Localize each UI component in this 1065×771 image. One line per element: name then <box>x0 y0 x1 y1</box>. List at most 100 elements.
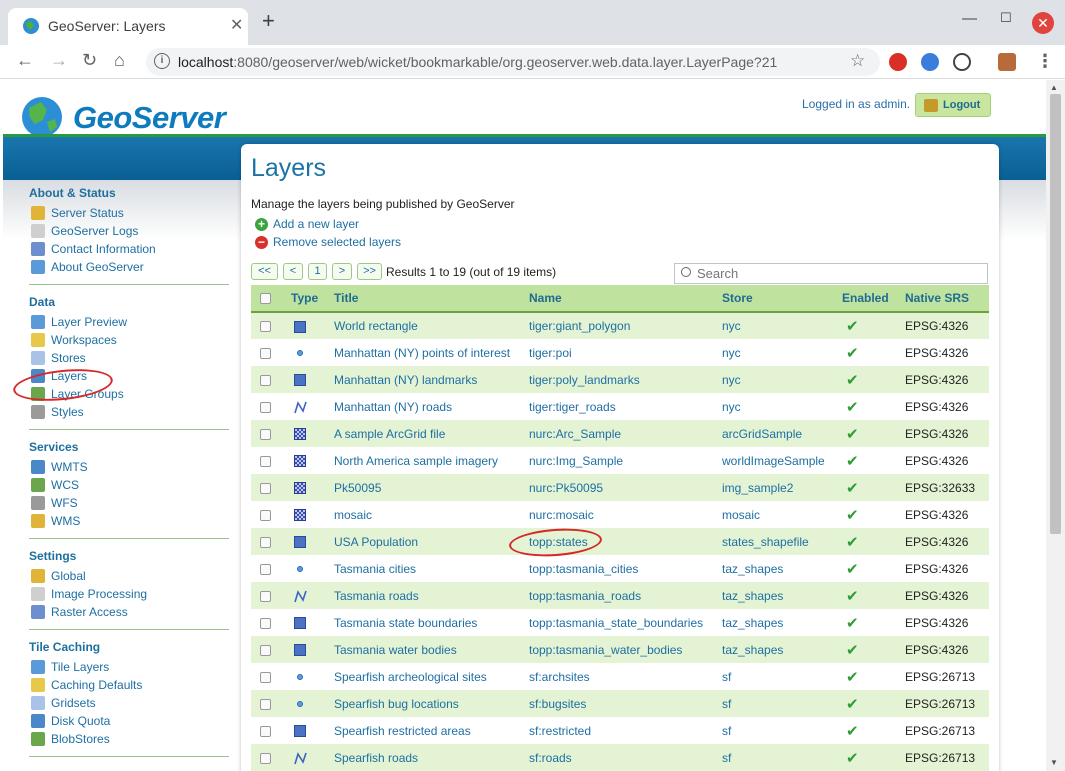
layer-store-link[interactable]: taz_shapes <box>716 609 836 636</box>
sidebar-item[interactable]: Server Status <box>29 204 229 222</box>
new-tab-icon[interactable]: + <box>262 10 275 32</box>
row-checkbox[interactable] <box>260 725 271 737</box>
sidebar-item[interactable]: Workspaces <box>29 331 229 349</box>
layer-name-link[interactable]: sf:roads <box>523 744 716 771</box>
layer-store-link[interactable]: sf <box>716 717 836 744</box>
extension-adblock-icon[interactable] <box>889 53 907 71</box>
table-row[interactable]: North America sample imagery nurc:Img_Sam… <box>251 447 989 474</box>
search-box[interactable] <box>674 263 988 284</box>
sidebar-item[interactable]: Caching Defaults <box>29 676 229 694</box>
site-info-icon[interactable]: i <box>154 53 170 69</box>
browser-tab[interactable]: GeoServer: Layers ✕ <box>8 8 248 45</box>
layer-store-link[interactable]: taz_shapes <box>716 555 836 582</box>
extension-globe-icon[interactable] <box>921 53 939 71</box>
layer-title-link[interactable]: Tasmania water bodies <box>328 636 523 663</box>
layer-store-link[interactable]: sf <box>716 663 836 690</box>
column-header-name[interactable]: Name <box>523 285 716 313</box>
sidebar-item[interactable]: Image Processing <box>29 585 229 603</box>
row-checkbox[interactable] <box>260 536 271 548</box>
layer-name-link[interactable]: nurc:mosaic <box>523 501 716 528</box>
row-checkbox[interactable] <box>260 321 271 333</box>
sidebar-item[interactable]: Disk Quota <box>29 712 229 730</box>
table-row[interactable]: USA Population topp:states states_shapefil… <box>251 528 989 555</box>
pager-first-button[interactable]: << <box>251 263 278 280</box>
sidebar-item[interactable]: Global <box>29 567 229 585</box>
layer-title-link[interactable]: Tasmania cities <box>328 555 523 582</box>
sidebar-item[interactable]: Layer Preview <box>29 313 229 331</box>
layer-store-link[interactable]: arcGridSample <box>716 420 836 447</box>
layer-title-link[interactable]: Manhattan (NY) points of interest <box>328 339 523 366</box>
layer-store-link[interactable]: mosaic <box>716 501 836 528</box>
sidebar-item[interactable]: WFS <box>29 494 229 512</box>
row-checkbox[interactable] <box>260 590 271 602</box>
row-checkbox[interactable] <box>260 671 271 683</box>
layer-name-link[interactable]: sf:archsites <box>523 663 716 690</box>
layer-store-link[interactable]: nyc <box>716 339 836 366</box>
profile-avatar[interactable] <box>998 53 1016 71</box>
layer-name-link[interactable]: topp:tasmania_state_boundaries <box>523 609 716 636</box>
layer-title-link[interactable]: Spearfish bug locations <box>328 690 523 717</box>
row-checkbox[interactable] <box>260 563 271 575</box>
row-checkbox[interactable] <box>260 509 271 521</box>
layer-name-link[interactable]: topp:tasmania_cities <box>523 555 716 582</box>
layer-name-link[interactable]: tiger:giant_polygon <box>523 312 716 339</box>
layer-name-link[interactable]: tiger:poly_landmarks <box>523 366 716 393</box>
row-checkbox[interactable] <box>260 455 271 467</box>
logout-button[interactable]: Logout <box>915 93 991 117</box>
column-header-title[interactable]: Title <box>328 285 523 313</box>
table-row[interactable]: Spearfish restricted areas sf:restricted s… <box>251 717 989 744</box>
table-row[interactable]: Spearfish bug locations sf:bugsites sf ✔ EPS… <box>251 690 989 717</box>
layer-name-link[interactable]: topp:tasmania_roads <box>523 582 716 609</box>
layer-name-link[interactable]: nurc:Pk50095 <box>523 474 716 501</box>
maximize-icon[interactable]: ☐ <box>1000 10 1012 26</box>
layer-title-link[interactable]: Manhattan (NY) landmarks <box>328 366 523 393</box>
row-checkbox[interactable] <box>260 374 271 386</box>
browser-menu-icon[interactable]: ⋮ <box>1036 51 1054 72</box>
table-row[interactable]: A sample ArcGrid file nurc:Arc_Sample arcG… <box>251 420 989 447</box>
layer-name-link[interactable]: nurc:Arc_Sample <box>523 420 716 447</box>
table-row[interactable]: Tasmania cities topp:tasmania_cities taz_s… <box>251 555 989 582</box>
layer-title-link[interactable]: USA Population <box>328 528 523 555</box>
sidebar-item[interactable]: WMTS <box>29 458 229 476</box>
home-icon[interactable]: ⌂ <box>114 50 125 71</box>
table-row[interactable]: Spearfish archeological sites sf:archsite… <box>251 663 989 690</box>
back-icon[interactable]: ← <box>16 50 34 71</box>
sidebar-item[interactable]: GeoServer Logs <box>29 222 229 240</box>
layer-store-link[interactable]: taz_shapes <box>716 582 836 609</box>
layer-title-link[interactable]: North America sample imagery <box>328 447 523 474</box>
layer-store-link[interactable]: nyc <box>716 393 836 420</box>
pager-page-button[interactable]: 1 <box>308 263 327 280</box>
layer-name-link[interactable]: topp:tasmania_water_bodies <box>523 636 716 663</box>
pager-next-button[interactable]: > <box>332 263 352 280</box>
table-row[interactable]: Tasmania roads topp:tasmania_roads taz_sha… <box>251 582 989 609</box>
layer-title-link[interactable]: Spearfish restricted areas <box>328 717 523 744</box>
layer-title-link[interactable]: Spearfish archeological sites <box>328 663 523 690</box>
layer-store-link[interactable]: sf <box>716 690 836 717</box>
pager-last-button[interactable]: >> <box>357 263 382 280</box>
layer-name-link[interactable]: tiger:poi <box>523 339 716 366</box>
url-field[interactable]: i localhost:8080/geoserver/web/wicket/bo… <box>146 48 880 76</box>
reload-icon[interactable]: ↻ <box>82 50 97 71</box>
pager-prev-button[interactable]: < <box>283 263 303 280</box>
scrollbar-thumb[interactable] <box>1050 94 1061 534</box>
bookmark-star-icon[interactable]: ☆ <box>850 51 865 71</box>
table-row[interactable]: World rectangle tiger:giant_polygon nyc ✔ EP… <box>251 312 989 339</box>
table-row[interactable]: Manhattan (NY) points of interest tiger:p… <box>251 339 989 366</box>
layer-store-link[interactable]: sf <box>716 744 836 771</box>
search-input[interactable] <box>697 265 977 282</box>
window-close-icon[interactable]: ✕ <box>1032 12 1054 34</box>
layer-store-link[interactable]: states_shapefile <box>716 528 836 555</box>
layer-store-link[interactable]: taz_shapes <box>716 636 836 663</box>
layer-name-link[interactable]: nurc:Img_Sample <box>523 447 716 474</box>
layer-title-link[interactable]: mosaic <box>328 501 523 528</box>
layer-name-link[interactable]: sf:bugsites <box>523 690 716 717</box>
scroll-up-icon[interactable]: ▲ <box>1050 83 1058 92</box>
layer-title-link[interactable]: Pk50095 <box>328 474 523 501</box>
forward-icon[interactable]: → <box>50 50 68 71</box>
sidebar-item[interactable]: WMS <box>29 512 229 530</box>
row-checkbox[interactable] <box>260 698 271 710</box>
layer-name-link[interactable]: tiger:tiger_roads <box>523 393 716 420</box>
row-checkbox[interactable] <box>260 644 271 656</box>
table-row[interactable]: Tasmania water bodies topp:tasmania_water… <box>251 636 989 663</box>
sidebar-item[interactable]: Gridsets <box>29 694 229 712</box>
